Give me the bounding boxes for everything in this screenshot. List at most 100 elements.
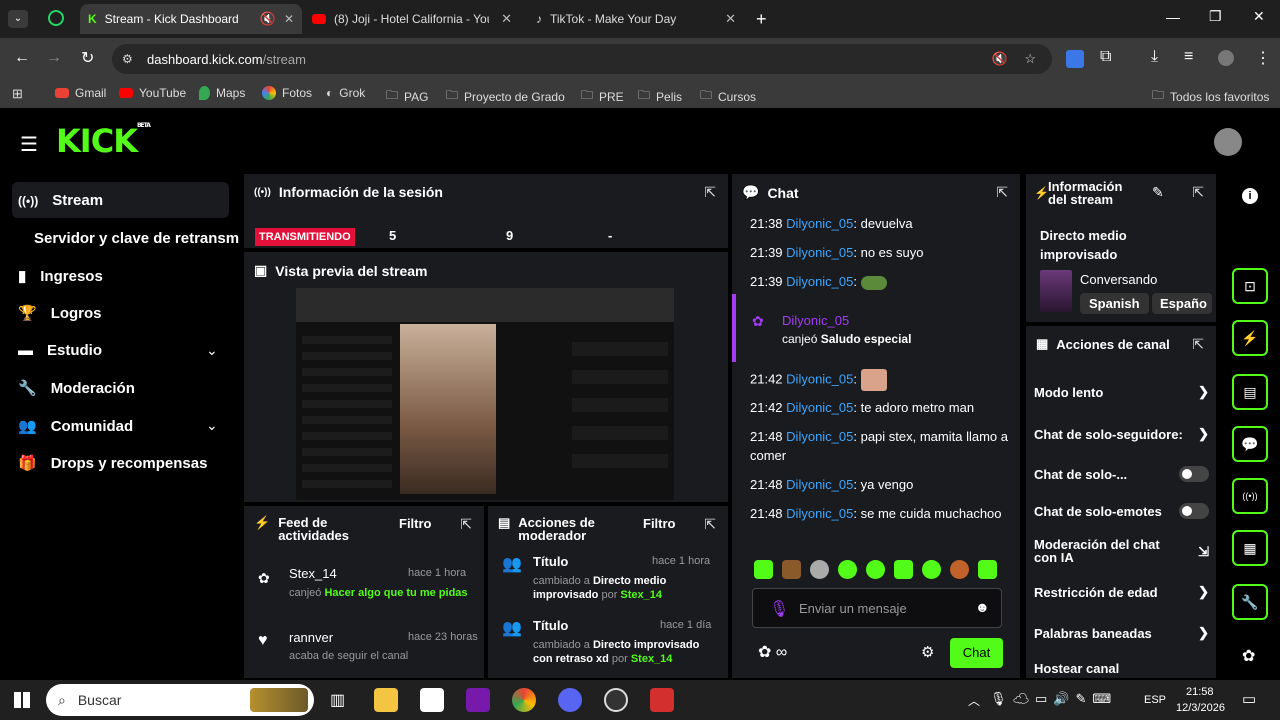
edit-icon[interactable]: ✎ bbox=[1152, 184, 1164, 201]
popout-icon[interactable]: ⇱ bbox=[996, 184, 1008, 201]
chat-input[interactable]: 🎙 Enviar un mensaje ☻ bbox=[752, 588, 1002, 628]
emote-icon[interactable] bbox=[838, 560, 857, 579]
broadcast-toggle-button[interactable]: ((•)) bbox=[1232, 478, 1268, 514]
emote-icon[interactable] bbox=[978, 560, 997, 579]
popout-icon[interactable]: ⇱ bbox=[1192, 336, 1204, 353]
sidebar-item-stream-label[interactable]: ((•)) Stream bbox=[18, 192, 103, 209]
tab-tiktok[interactable]: ♪ TikTok - Make Your Day ✕ bbox=[528, 4, 744, 34]
bookmark-fotos[interactable]: Fotos bbox=[262, 86, 312, 100]
bookmark-gmail[interactable]: Gmail bbox=[55, 86, 106, 100]
slow-mode-row[interactable]: Modo lento ❯ bbox=[1034, 384, 1209, 400]
close-icon[interactable]: ✕ bbox=[284, 12, 294, 26]
preview-toggle-button[interactable]: ⊡ bbox=[1232, 268, 1268, 304]
microphone-icon[interactable]: 🎙 bbox=[769, 599, 789, 619]
send-chat-button[interactable]: Chat bbox=[950, 638, 1003, 668]
minimize-button[interactable]: — bbox=[1166, 9, 1180, 25]
subscribers-only-toggle[interactable] bbox=[1179, 466, 1209, 482]
mute-icon[interactable]: 🔇 bbox=[260, 11, 276, 27]
windows-start-icon[interactable] bbox=[14, 692, 30, 708]
obs-icon[interactable] bbox=[604, 688, 628, 712]
notion-icon[interactable] bbox=[420, 688, 444, 712]
back-icon[interactable]: ← bbox=[14, 49, 30, 67]
banned-words-row[interactable]: Palabras baneadas ❯ bbox=[1034, 625, 1209, 641]
bookmark-pelis[interactable]: 🗀 Pelis bbox=[638, 86, 682, 107]
new-tab-button[interactable]: + bbox=[756, 9, 767, 30]
popout-icon[interactable]: ⇱ bbox=[460, 516, 472, 533]
sidebar-item-logros[interactable]: 🏆 Logros bbox=[18, 304, 102, 323]
chevron-down-icon[interactable]: ⌄ bbox=[206, 417, 218, 434]
gear-icon[interactable]: ⚙ bbox=[921, 643, 934, 661]
filter-button[interactable]: Filtro bbox=[643, 516, 676, 531]
clock-date[interactable]: 12/3/2026 bbox=[1176, 702, 1225, 714]
activity-toggle-button[interactable]: ⚡ bbox=[1232, 320, 1268, 356]
bookmark-proyecto[interactable]: 🗀 Proyecto de Grado bbox=[446, 86, 565, 107]
reload-icon[interactable]: ↻ bbox=[81, 48, 94, 68]
bookmark-maps[interactable]: Maps bbox=[199, 86, 245, 100]
close-window-button[interactable]: ✕ bbox=[1253, 8, 1265, 25]
user-avatar[interactable] bbox=[1214, 128, 1242, 156]
chrome-icon[interactable] bbox=[512, 688, 536, 712]
points-rail-icon[interactable]: ✿ bbox=[1242, 646, 1255, 666]
forward-icon[interactable]: → bbox=[46, 49, 62, 67]
file-explorer-icon[interactable] bbox=[374, 688, 398, 712]
stream-preview-video[interactable] bbox=[296, 288, 674, 500]
apps-icon[interactable]: ⊞ bbox=[12, 86, 23, 102]
info-icon[interactable]: i bbox=[1242, 188, 1258, 204]
download-icon[interactable]: ⤓ bbox=[1151, 48, 1158, 66]
extensions-icon[interactable]: ⧉ bbox=[1100, 48, 1111, 66]
chevron-down-icon[interactable]: ⌄ bbox=[206, 342, 218, 359]
sidebar-item-ingresos[interactable]: ▮ Ingresos bbox=[18, 267, 103, 286]
maximize-button[interactable]: ❐ bbox=[1209, 8, 1222, 25]
close-icon[interactable]: ✕ bbox=[501, 11, 512, 27]
emote-icon[interactable] bbox=[950, 560, 969, 579]
sidebar-item-drops[interactable]: 🎁 Drops y recompensas bbox=[18, 454, 207, 473]
mute-site-icon[interactable]: 🔇 bbox=[992, 51, 1008, 67]
bookmark-cursos[interactable]: 🗀 Cursos bbox=[700, 86, 756, 107]
hamburger-icon[interactable]: ☰ bbox=[20, 132, 38, 157]
tab-youtube[interactable]: (8) Joji - Hotel California - YouT ✕ bbox=[304, 4, 520, 34]
host-channel-row[interactable]: Hostear canal bbox=[1034, 661, 1209, 676]
emote-icon[interactable] bbox=[866, 560, 885, 579]
site-info-icon[interactable]: ⚙ bbox=[122, 52, 133, 66]
address-bar[interactable]: ⚙ dashboard.kick.com/stream 🔇 ☆ bbox=[112, 44, 1052, 74]
close-icon[interactable]: ✕ bbox=[725, 11, 736, 27]
emote-icon[interactable] bbox=[810, 560, 829, 579]
translate-icon[interactable] bbox=[1066, 50, 1084, 68]
points-icon[interactable]: ✿ ∞ bbox=[758, 642, 787, 662]
star-icon[interactable]: ☆ bbox=[1024, 51, 1036, 67]
emote-icon[interactable] bbox=[922, 560, 941, 579]
all-bookmarks[interactable]: 🗀 Todos los favoritos bbox=[1152, 86, 1269, 107]
app-icon[interactable] bbox=[650, 688, 674, 712]
popout-icon[interactable]: ⇱ bbox=[1192, 184, 1204, 201]
emote-icon[interactable] bbox=[754, 560, 773, 579]
bookmark-pag[interactable]: 🗀 PAG bbox=[386, 86, 428, 107]
popout-icon[interactable]: ⇱ bbox=[704, 184, 716, 201]
tray-chevron-icon[interactable]: ︿ bbox=[968, 692, 980, 709]
notification-icon[interactable]: ▭ bbox=[1242, 690, 1256, 708]
kick-logo[interactable]: KICKBETA bbox=[56, 122, 151, 160]
chat-toggle-button[interactable]: 💬 bbox=[1232, 426, 1268, 462]
sidebar-item-comunidad[interactable]: 👥 Comunidad bbox=[18, 417, 133, 436]
sidebar-item-moderacion[interactable]: 🔧 Moderación bbox=[18, 379, 135, 398]
age-restriction-row[interactable]: Restricción de edad ❯ bbox=[1034, 584, 1209, 600]
emotes-only-toggle[interactable] bbox=[1179, 503, 1209, 519]
ai-moderation-row[interactable]: Moderación del chat con IA ⇲ bbox=[1034, 538, 1209, 564]
language-indicator[interactable]: ESP bbox=[1144, 694, 1166, 706]
whatsapp-icon[interactable] bbox=[48, 10, 64, 26]
sidebar-item-estudio[interactable]: ▬ Estudio bbox=[18, 342, 102, 359]
media-icon[interactable]: ≡ bbox=[1184, 48, 1193, 66]
filter-button[interactable]: Filtro bbox=[399, 516, 432, 531]
discord-icon[interactable] bbox=[558, 688, 582, 712]
menu-icon[interactable]: ⋮ bbox=[1255, 48, 1271, 68]
log-toggle-button[interactable]: ▤ bbox=[1232, 374, 1268, 410]
emote-icon[interactable] bbox=[782, 560, 801, 579]
task-view-icon[interactable]: ▥ bbox=[330, 690, 345, 710]
taskbar-search[interactable]: ⌕ Buscar bbox=[46, 684, 314, 716]
bookmark-youtube[interactable]: YouTube bbox=[119, 86, 186, 100]
emote-icon[interactable] bbox=[894, 560, 913, 579]
followers-only-row[interactable]: Chat de solo-seguidore: ❯ bbox=[1034, 426, 1209, 442]
onenote-icon[interactable] bbox=[466, 688, 490, 712]
channel-toggle-button[interactable]: ▦ bbox=[1232, 530, 1268, 566]
profile-icon[interactable] bbox=[1218, 50, 1234, 66]
sidebar-item-servidor[interactable]: Servidor y clave de retransm bbox=[34, 230, 242, 247]
